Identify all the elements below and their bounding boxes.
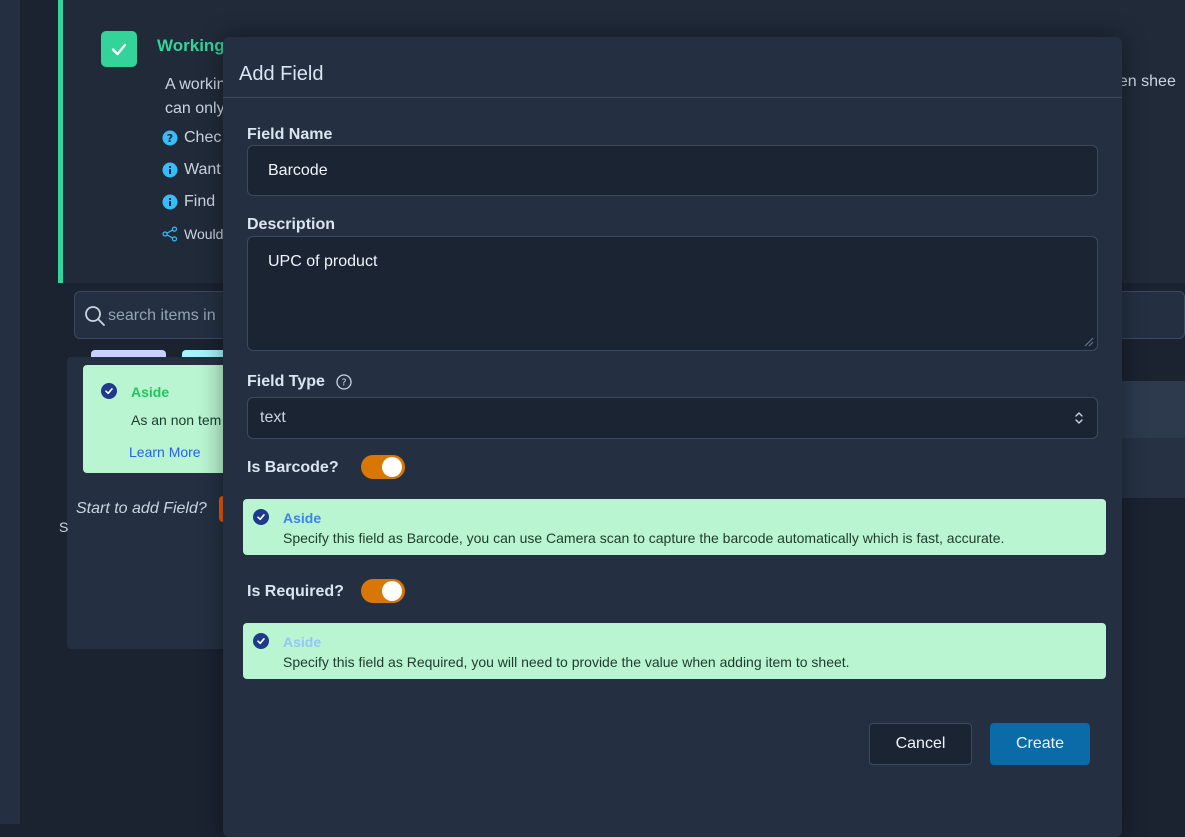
hint-item[interactable]: Find: [162, 193, 232, 211]
chevron-up-down-icon: [1075, 412, 1083, 424]
dialog-title: Add Field: [239, 63, 324, 85]
hint-item[interactable]: Would: [162, 226, 232, 242]
background-text: S: [59, 519, 69, 535]
info-circle-icon: [162, 162, 178, 178]
background-aside-title: Aside: [131, 384, 170, 400]
aside-text: Specify this field as Barcode, you can u…: [283, 530, 1005, 546]
learn-more-link[interactable]: Learn More: [129, 444, 201, 460]
field-type-label: Field Type: [247, 373, 325, 390]
working-title: Working: [157, 36, 225, 55]
background-aside-text: As an non tem: [131, 412, 222, 428]
field-name-label: Field Name: [247, 126, 333, 143]
check-circle-icon: [253, 509, 269, 525]
check-circle-icon: [253, 633, 269, 649]
search-icon: [85, 306, 105, 326]
add-field-dialog: Add Field Field Name Barcode Description…: [223, 37, 1122, 837]
description-value: UPC of product: [268, 253, 378, 270]
field-type-value: text: [260, 409, 286, 426]
hint-item[interactable]: Want: [162, 161, 232, 179]
aside-title: Aside: [283, 634, 322, 650]
field-type-select[interactable]: text: [247, 397, 1098, 439]
background-band: [1122, 438, 1185, 498]
svg-text:?: ?: [167, 132, 173, 145]
description-textarea[interactable]: UPC of product: [247, 236, 1098, 351]
cancel-button[interactable]: Cancel: [869, 723, 972, 765]
barcode-aside: Aside Specify this field as Barcode, you…: [243, 499, 1106, 555]
aside-title: Aside: [283, 510, 322, 526]
toggle-knob: [382, 457, 402, 477]
resize-handle-icon[interactable]: [1082, 335, 1094, 347]
search-placeholder[interactable]: search items in: [108, 307, 216, 325]
share-icon: [162, 226, 178, 242]
help-circle-icon[interactable]: ?: [336, 374, 352, 390]
aside-text: Specify this field as Required, you will…: [283, 654, 850, 670]
is-required-toggle[interactable]: [361, 579, 405, 603]
start-add-field-text: Start to add Field?: [76, 500, 207, 517]
divider: [223, 97, 1122, 98]
is-barcode-label: Is Barcode?: [247, 459, 339, 476]
description-label: Description: [247, 216, 336, 233]
info-circle-icon: [162, 194, 178, 210]
app-left-strip: [0, 0, 20, 824]
toggle-knob: [382, 581, 402, 601]
checkmark-icon: [101, 31, 137, 67]
background-band: [1122, 381, 1185, 438]
is-required-label: Is Required?: [247, 583, 344, 600]
create-button[interactable]: Create: [990, 723, 1090, 765]
is-barcode-toggle[interactable]: [361, 455, 405, 479]
check-circle-icon: [101, 383, 117, 399]
svg-text:?: ?: [341, 378, 346, 389]
field-name-input[interactable]: Barcode: [247, 145, 1098, 196]
required-aside: Aside Specify this field as Required, yo…: [243, 623, 1106, 679]
hint-item[interactable]: ? Chec: [162, 129, 232, 147]
question-circle-icon: ?: [162, 130, 178, 146]
